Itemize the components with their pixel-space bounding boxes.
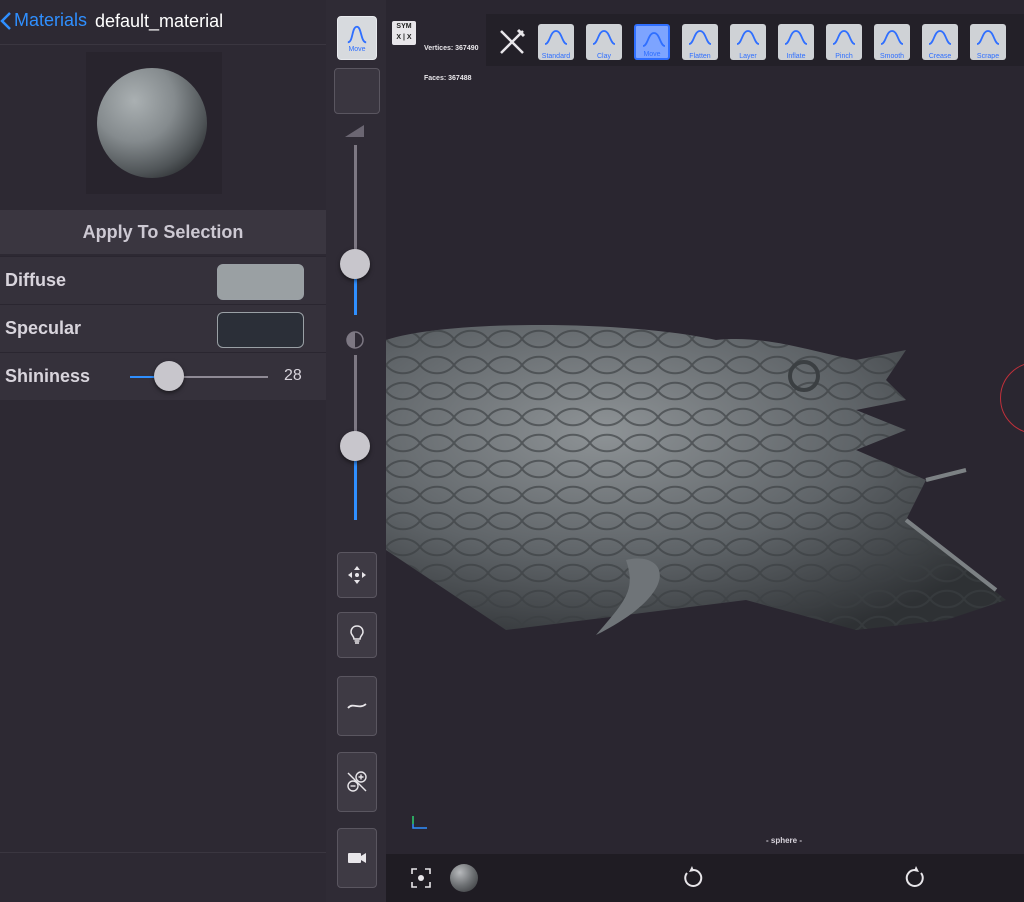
panel-divider	[0, 852, 326, 853]
brush-standard-button[interactable]: Standard	[538, 24, 574, 60]
shininess-value: 28	[284, 367, 302, 384]
shininess-slider-knob[interactable]	[153, 361, 184, 391]
brush-curve-icon	[976, 30, 1000, 45]
panel-header: Materials default_material	[0, 0, 326, 45]
brush-layer-button[interactable]: Layer	[730, 24, 766, 60]
radius-triangle-icon	[345, 125, 364, 137]
move-tool-label: Move	[348, 45, 366, 53]
brush-curve-icon	[928, 30, 952, 45]
back-button[interactable]: Materials	[0, 10, 87, 31]
brush-clay-button[interactable]: Clay	[586, 24, 622, 60]
material-ball-button[interactable]	[450, 864, 478, 892]
mesh-stats: Vertices: 367490 Faces: 367488	[424, 24, 479, 104]
transform-button[interactable]	[337, 552, 377, 598]
shininess-label: Shininess	[5, 366, 91, 386]
brush-curve-icon	[880, 30, 904, 45]
move-curve-icon	[347, 25, 367, 43]
radius-slider-knob[interactable]	[340, 249, 370, 279]
material-panel: Materials default_material Apply To Sele…	[0, 0, 326, 902]
brush-flatten-button[interactable]: Flatten	[682, 24, 718, 60]
object-name-label: - sphere -	[766, 836, 803, 845]
brush-curve-icon	[642, 32, 666, 47]
brush-label: Clay	[596, 53, 611, 60]
brush-curve-icon	[784, 30, 808, 45]
chevron-left-icon	[0, 11, 11, 30]
stroke-button[interactable]	[337, 676, 377, 736]
brush-smooth-button[interactable]: Smooth	[874, 24, 910, 60]
camera-button[interactable]	[337, 828, 377, 888]
brush-label: Scrape	[976, 53, 1000, 60]
back-label: Materials	[14, 10, 88, 30]
stroke-curve-icon	[347, 703, 367, 709]
specular-row: Specular	[0, 304, 326, 352]
faces-value: 367488	[448, 75, 472, 82]
video-camera-icon	[348, 853, 366, 863]
sculpt-model[interactable]	[386, 300, 1024, 680]
material-sphere-preview	[97, 68, 207, 178]
vertices-value: 367490	[455, 45, 479, 52]
intensity-slider[interactable]	[340, 355, 370, 520]
brush-label: Pinch	[835, 53, 853, 60]
symmetry-toggle[interactable]: SYM X | X	[392, 21, 416, 45]
sym-axis: X | X	[396, 34, 412, 41]
material-title: default_material	[95, 11, 224, 31]
brush-curve-icon	[736, 30, 760, 45]
shininess-row: Shininess 28	[0, 352, 326, 400]
brush-label: Flatten	[689, 53, 711, 60]
top-toolbar: SYM X | X Vertices: 367490 Faces: 367488…	[386, 0, 1024, 82]
brush-label: Inflate	[786, 53, 806, 60]
dynamic-topology-button[interactable]	[337, 752, 377, 812]
subdivide-toggle-icon	[347, 771, 367, 792]
brush-curve-icon	[544, 30, 568, 45]
shininess-slider[interactable]	[130, 361, 268, 391]
brush-label: Move	[643, 51, 661, 58]
lighting-button[interactable]	[337, 612, 377, 658]
brush-move-button[interactable]: Move	[634, 24, 670, 60]
brush-inflate-button[interactable]: Inflate	[778, 24, 814, 60]
brush-tools-icon[interactable]	[496, 26, 528, 58]
move-tool-button[interactable]: Move	[337, 16, 377, 60]
redo-icon[interactable]	[902, 865, 928, 891]
diffuse-label: Diffuse	[5, 270, 67, 290]
brush-label: Smooth	[879, 53, 905, 60]
frame-view-icon[interactable]	[410, 867, 432, 889]
faces-label: Faces:	[424, 75, 447, 82]
lightbulb-icon	[350, 625, 364, 644]
brush-curve-icon	[832, 30, 856, 45]
intensity-contrast-icon	[346, 331, 364, 349]
brush-label: Layer	[739, 53, 757, 60]
diffuse-row: Diffuse	[0, 256, 326, 304]
diffuse-color-swatch[interactable]	[217, 264, 304, 300]
sym-label: SYM	[396, 23, 412, 30]
radius-slider[interactable]	[340, 145, 370, 315]
brush-curve-icon	[592, 30, 616, 45]
material-preview	[86, 52, 222, 194]
brush-pinch-button[interactable]: Pinch	[826, 24, 862, 60]
sculpt-viewport[interactable]: SYM X | X Vertices: 367490 Faces: 367488…	[386, 0, 1024, 854]
vertices-label: Vertices:	[424, 45, 454, 52]
apply-to-selection-button[interactable]: Apply To Selection	[0, 210, 326, 254]
axis-gizmo-icon	[412, 816, 427, 829]
move-arrows-icon	[348, 566, 366, 584]
brush-scrape-button[interactable]: Scrape	[970, 24, 1006, 60]
intensity-slider-knob[interactable]	[340, 430, 370, 461]
brush-label: Standard	[541, 53, 571, 60]
brush-label: Crease	[928, 53, 952, 60]
brush-crease-button[interactable]: Crease	[922, 24, 958, 60]
undo-icon[interactable]	[680, 865, 706, 891]
bottom-bar	[386, 854, 1024, 902]
specular-color-swatch[interactable]	[217, 312, 304, 348]
brush-curve-icon	[688, 30, 712, 45]
color-swatch-button[interactable]	[334, 68, 380, 114]
specular-label: Specular	[5, 318, 82, 338]
